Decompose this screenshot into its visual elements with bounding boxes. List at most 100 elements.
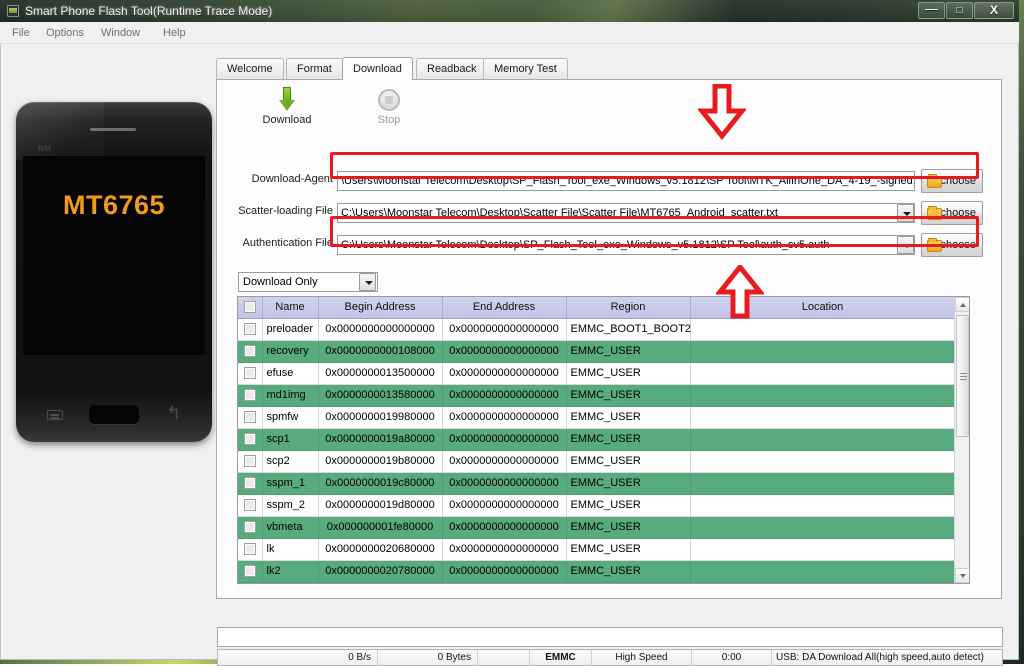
row-checkbox-cell[interactable]	[238, 560, 262, 582]
menu-item-file[interactable]: File	[6, 25, 36, 41]
status-elapsed: 0:00	[692, 650, 772, 665]
table-row[interactable]: lk0x00000000206800000x0000000000000000EM…	[238, 538, 955, 560]
table-row[interactable]: lk20x00000000207800000x0000000000000000E…	[238, 560, 955, 582]
table-vertical-scrollbar[interactable]	[954, 297, 969, 583]
row-end: 0x0000000000000000	[442, 472, 566, 494]
select-all-header[interactable]	[238, 297, 262, 318]
tab-download[interactable]: Download	[342, 57, 413, 80]
authentication-file-choose-button[interactable]: choose	[921, 233, 983, 257]
table-row[interactable]: preloader0x00000000000000000x00000000000…	[238, 318, 955, 340]
row-checkbox[interactable]	[244, 323, 256, 335]
row-location	[690, 428, 955, 450]
tab-format[interactable]: Format	[286, 58, 343, 79]
table-header-row: Name Begin Address End Address Region Lo…	[238, 297, 955, 318]
chevron-down-icon[interactable]	[359, 273, 376, 291]
status-info: USB: DA Download All(high speed,auto det…	[772, 650, 1002, 665]
row-begin: 0x0000000019a80000	[318, 428, 442, 450]
folder-icon	[927, 208, 942, 220]
row-checkbox[interactable]	[244, 411, 256, 423]
row-checkbox-cell[interactable]	[238, 516, 262, 538]
menu-item-options[interactable]: Options	[40, 25, 90, 41]
minimize-button[interactable]: —	[918, 2, 945, 19]
row-region: EMMC_USER	[566, 494, 690, 516]
row-location	[690, 472, 955, 494]
row-checkbox-cell[interactable]	[238, 340, 262, 362]
authentication-file-dropdown-arrow[interactable]	[897, 236, 914, 254]
row-checkbox-cell[interactable]	[238, 428, 262, 450]
row-checkbox[interactable]	[244, 455, 256, 467]
scrollbar-thumb[interactable]	[956, 315, 969, 437]
menu-item-window[interactable]: Window	[95, 25, 146, 41]
row-begin: 0x0000000013580000	[318, 384, 442, 406]
select-all-checkbox[interactable]	[244, 301, 256, 313]
column-header-name[interactable]: Name	[262, 297, 318, 318]
row-checkbox[interactable]	[244, 389, 256, 401]
phone-brand-label: BM	[38, 144, 51, 153]
progress-bar	[217, 627, 1003, 647]
download-button[interactable]: Download	[239, 86, 335, 126]
table-row[interactable]: spmfw0x00000000199800000x000000000000000…	[238, 406, 955, 428]
row-checkbox-cell[interactable]	[238, 318, 262, 340]
scroll-down-button[interactable]	[955, 568, 970, 583]
scatter-file-label: Scatter-loading File	[238, 205, 333, 217]
column-header-begin[interactable]: Begin Address	[318, 297, 442, 318]
row-begin: 0x0000000019b80000	[318, 450, 442, 472]
close-button[interactable]: X	[974, 2, 1014, 19]
row-checkbox[interactable]	[244, 565, 256, 577]
download-arrow-icon	[239, 86, 335, 114]
scatter-file-input[interactable]: C:\Users\Moonstar Telecom\Desktop\Scatte…	[337, 203, 915, 223]
status-blank	[478, 650, 530, 665]
folder-icon	[927, 176, 942, 188]
table-row[interactable]: sspm_10x0000000019c800000x00000000000000…	[238, 472, 955, 494]
column-header-region[interactable]: Region	[566, 297, 690, 318]
row-checkbox[interactable]	[244, 477, 256, 489]
row-checkbox-cell[interactable]	[238, 362, 262, 384]
row-checkbox[interactable]	[244, 433, 256, 445]
row-checkbox[interactable]	[244, 521, 256, 533]
maximize-icon: □	[947, 3, 972, 18]
menu-item-help[interactable]: Help	[157, 25, 192, 41]
maximize-button[interactable]: □	[946, 2, 973, 19]
tab-welcome[interactable]: Welcome	[216, 58, 284, 79]
row-end: 0x0000000000000000	[442, 516, 566, 538]
row-checkbox-cell[interactable]	[238, 472, 262, 494]
row-checkbox-cell[interactable]	[238, 538, 262, 560]
download-mode-select[interactable]: Download Only	[238, 272, 378, 292]
row-checkbox-cell[interactable]	[238, 384, 262, 406]
minimize-icon: —	[919, 1, 944, 16]
download-agent-choose-label: choose	[941, 175, 976, 187]
table-row[interactable]: scp20x0000000019b800000x0000000000000000…	[238, 450, 955, 472]
stop-button[interactable]: Stop	[341, 86, 437, 126]
tab-readback[interactable]: Readback	[416, 58, 488, 79]
row-end: 0x0000000000000000	[442, 450, 566, 472]
column-header-end[interactable]: End Address	[442, 297, 566, 318]
tab-memory-test[interactable]: Memory Test	[483, 58, 568, 79]
scatter-file-choose-button[interactable]: choose	[921, 201, 983, 225]
table-row[interactable]: scp10x0000000019a800000x0000000000000000…	[238, 428, 955, 450]
row-region: EMMC_USER	[566, 472, 690, 494]
row-checkbox-cell[interactable]	[238, 406, 262, 428]
phone-speaker	[90, 128, 136, 131]
table-row[interactable]: vbmeta0x000000001fe800000x00000000000000…	[238, 516, 955, 538]
row-checkbox[interactable]	[244, 345, 256, 357]
authentication-file-input[interactable]: C:\Users\Moonstar Telecom\Desktop\SP_Fla…	[337, 235, 915, 255]
download-agent-input[interactable]: \Users\Moonstar Telecom\Desktop\SP_Flash…	[337, 171, 915, 191]
partition-table[interactable]: Name Begin Address End Address Region Lo…	[237, 296, 970, 584]
row-checkbox[interactable]	[244, 543, 256, 555]
scatter-file-dropdown-arrow[interactable]	[897, 204, 914, 222]
client-area: BM MT6765 ↰ Welcome Format Download Read…	[0, 44, 1019, 660]
download-agent-choose-button[interactable]: choose	[921, 169, 983, 193]
app-icon	[7, 5, 19, 17]
scroll-up-button[interactable]	[955, 297, 970, 312]
column-header-location[interactable]: Location	[690, 297, 955, 318]
row-checkbox[interactable]	[244, 499, 256, 511]
row-name: scp1	[262, 428, 318, 450]
table-row[interactable]: sspm_20x0000000019d800000x00000000000000…	[238, 494, 955, 516]
table-row[interactable]: efuse0x00000000135000000x000000000000000…	[238, 362, 955, 384]
row-checkbox-cell[interactable]	[238, 450, 262, 472]
stop-circle-icon	[341, 86, 437, 114]
row-checkbox[interactable]	[244, 367, 256, 379]
table-row[interactable]: md1img0x00000000135800000x00000000000000…	[238, 384, 955, 406]
table-row[interactable]: recovery0x00000000001080000x000000000000…	[238, 340, 955, 362]
row-checkbox-cell[interactable]	[238, 494, 262, 516]
